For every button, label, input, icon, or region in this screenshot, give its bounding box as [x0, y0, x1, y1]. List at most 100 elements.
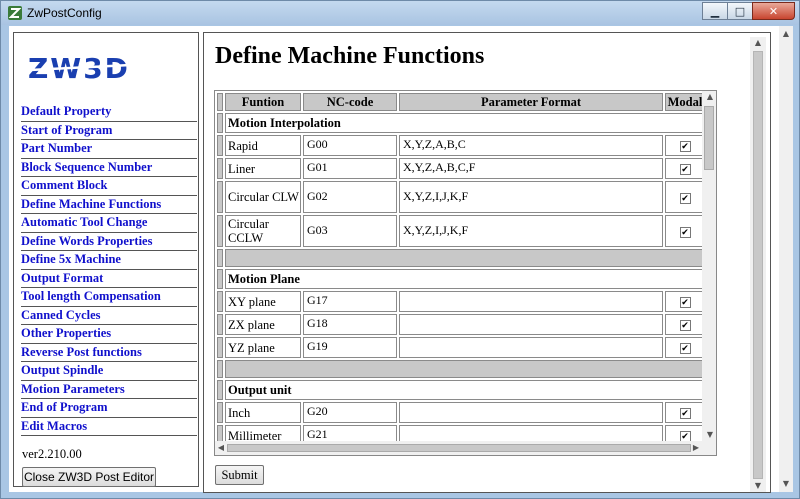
row-selector[interactable] — [217, 249, 223, 267]
sidebar: ZW3D Default Property Start of Program P… — [13, 32, 199, 487]
scroll-thumb[interactable] — [227, 444, 691, 452]
nc-code-field[interactable]: G18 — [304, 315, 396, 334]
scroll-down-icon[interactable]: ▼ — [750, 480, 766, 492]
function-name: Circular CCLW — [225, 215, 301, 247]
sidebar-item-output-format[interactable]: Output Format — [21, 270, 197, 288]
nc-code-field[interactable]: G03 — [304, 221, 396, 241]
row-selector[interactable] — [217, 314, 223, 335]
nc-code-field[interactable]: G02 — [304, 187, 396, 207]
window-title: ZwPostConfig — [27, 6, 102, 20]
sidebar-item-output-spindle[interactable]: Output Spindle — [21, 362, 197, 381]
sidebar-item-define-5x-machine[interactable]: Define 5x Machine — [21, 251, 197, 270]
nc-code-field[interactable]: G17 — [304, 292, 396, 311]
parameter-format-field[interactable] — [400, 403, 662, 422]
modal-checkbox[interactable]: ✔ — [679, 141, 691, 152]
table-row: Liner G01 X,Y,Z,A,B,C,F ✔ — [217, 158, 705, 179]
nc-code-cell: G17 — [303, 291, 397, 312]
sidebar-item-end-of-program[interactable]: End of Program — [21, 399, 197, 418]
maximize-icon[interactable]: □ — [727, 2, 753, 20]
title-bar[interactable]: ZwPostConfig ▁ □ ✕ — [1, 1, 799, 25]
window-vertical-scrollbar[interactable]: ▲ ▼ — [779, 26, 793, 492]
parameter-format-field[interactable]: X,Y,Z,A,B,C,F — [400, 159, 662, 178]
header-nc-code: NC-code — [303, 93, 397, 111]
modal-checkbox[interactable]: ✔ — [679, 192, 691, 204]
version-label: ver2.210.00 — [22, 447, 82, 461]
param-cell: X,Y,Z,A,B,C — [399, 135, 663, 156]
header-modal: Modal — [665, 93, 705, 111]
sidebar-item-reverse-post-functions[interactable]: Reverse Post functions — [21, 344, 197, 362]
table-vertical-scrollbar[interactable]: ▲ ▼ — [702, 91, 716, 455]
nc-code-field[interactable]: G19 — [304, 338, 396, 357]
row-selector[interactable] — [217, 380, 223, 400]
panel-vertical-scrollbar[interactable]: ▲ ▼ — [750, 37, 766, 492]
row-selector[interactable] — [217, 402, 223, 423]
sidebar-item-other-properties[interactable]: Other Properties — [21, 325, 197, 344]
sidebar-item-canned-cycles[interactable]: Canned Cycles — [21, 307, 197, 325]
parameter-format-field[interactable] — [400, 315, 662, 334]
scroll-up-icon[interactable]: ▲ — [750, 37, 766, 49]
row-selector[interactable] — [217, 291, 223, 312]
scroll-down-icon[interactable]: ▼ — [702, 429, 716, 441]
row-selector[interactable] — [217, 135, 223, 156]
modal-checkbox[interactable]: ✔ — [679, 226, 691, 238]
modal-cell: ✔ — [665, 181, 705, 213]
sidebar-item-automatic-tool-change[interactable]: Automatic Tool Change — [21, 214, 197, 233]
modal-checkbox[interactable]: ✔ — [679, 408, 691, 419]
row-selector[interactable] — [217, 337, 223, 358]
nc-code-field[interactable]: G20 — [304, 403, 396, 422]
parameter-format-field[interactable]: X,Y,Z,I,J,K,F — [400, 221, 662, 241]
nc-code-field[interactable]: G00 — [304, 136, 396, 155]
parameter-format-field[interactable] — [400, 292, 662, 311]
modal-checkbox[interactable]: ✔ — [679, 164, 691, 175]
parameter-format-field[interactable] — [400, 338, 662, 357]
scroll-thumb[interactable] — [753, 51, 763, 479]
nc-code-cell: G20 — [303, 402, 397, 423]
row-selector[interactable] — [217, 215, 223, 247]
scroll-up-icon[interactable]: ▲ — [779, 28, 793, 40]
sidebar-item-default-property[interactable]: Default Property — [21, 103, 197, 122]
table-row: Circular CCLW G03 X,Y,Z,I,J,K,F ✔ — [217, 215, 705, 247]
function-name: XY plane — [225, 291, 301, 312]
sidebar-item-comment-block[interactable]: Comment Block — [21, 177, 197, 196]
client-area: ZW3D Default Property Start of Program P… — [9, 26, 793, 493]
modal-checkbox[interactable]: ✔ — [679, 343, 691, 354]
table-row: YZ plane G19 ✔ — [217, 337, 705, 358]
sidebar-item-define-words-properties[interactable]: Define Words Properties — [21, 233, 197, 251]
row-selector[interactable] — [217, 269, 223, 289]
row-selector[interactable] — [217, 113, 223, 133]
section-row: Motion Interpolation — [217, 113, 705, 133]
parameter-format-field[interactable]: X,Y,Z,I,J,K,F — [400, 187, 662, 207]
scroll-thumb[interactable] — [704, 106, 714, 170]
sidebar-item-edit-macros[interactable]: Edit Macros — [21, 418, 197, 436]
table-header-row: Funtion NC-code Parameter Format Modal — [217, 93, 705, 111]
sidebar-item-define-machine-functions[interactable]: Define Machine Functions — [21, 196, 197, 214]
scroll-right-icon[interactable]: ▶ — [690, 442, 702, 454]
function-name: Rapid — [225, 135, 301, 156]
scroll-up-icon[interactable]: ▲ — [702, 91, 716, 103]
parameter-format-field[interactable]: X,Y,Z,A,B,C — [400, 136, 662, 155]
close-editor-button[interactable]: Close ZW3D Post Editor — [22, 467, 156, 487]
table-row: Rapid G00 X,Y,Z,A,B,C ✔ — [217, 135, 705, 156]
sidebar-item-part-number[interactable]: Part Number — [21, 140, 197, 159]
sidebar-item-motion-parameters[interactable]: Motion Parameters — [21, 381, 197, 399]
row-selector[interactable] — [217, 360, 223, 378]
modal-cell: ✔ — [665, 402, 705, 423]
sidebar-item-block-sequence-number[interactable]: Block Sequence Number — [21, 159, 197, 177]
param-cell — [399, 291, 663, 312]
table-horizontal-scrollbar[interactable]: ◀ ▶ — [215, 441, 702, 455]
modal-checkbox[interactable]: ✔ — [679, 320, 691, 331]
modal-checkbox[interactable]: ✔ — [679, 297, 691, 308]
section-label-motion-interpolation: Motion Interpolation — [225, 113, 705, 133]
submit-button[interactable]: Submit — [215, 465, 264, 485]
sidebar-item-tool-length-compensation[interactable]: Tool length Compensation — [21, 288, 197, 307]
row-selector[interactable] — [217, 158, 223, 179]
row-selector[interactable] — [217, 93, 223, 111]
nc-code-field[interactable]: G01 — [304, 159, 396, 178]
sidebar-item-start-of-program[interactable]: Start of Program — [21, 122, 197, 140]
param-cell: X,Y,Z,I,J,K,F — [399, 181, 663, 213]
scroll-left-icon[interactable]: ◀ — [215, 442, 227, 454]
row-selector[interactable] — [217, 181, 223, 213]
close-icon[interactable]: ✕ — [752, 2, 795, 20]
scroll-down-icon[interactable]: ▼ — [779, 478, 793, 490]
minimize-icon[interactable]: ▁ — [702, 2, 728, 20]
